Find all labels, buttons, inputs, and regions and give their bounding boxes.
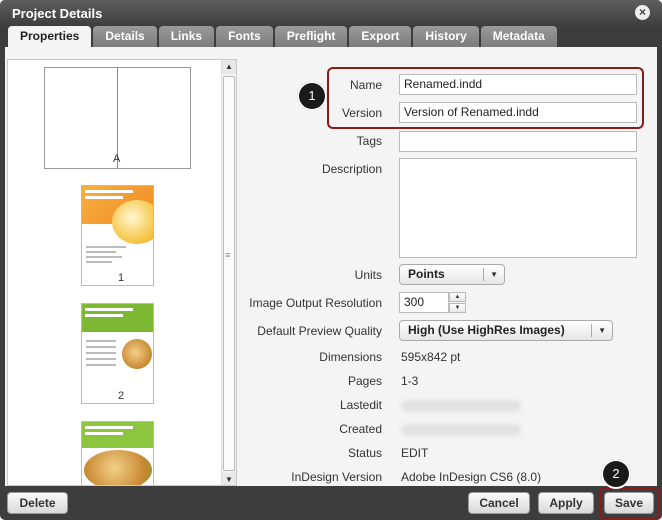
decrement-icon[interactable]: ▼ [449,303,466,313]
preview-quality-value: High (Use HighRes Images) [408,323,565,337]
annotation-highlight-2 [599,487,660,519]
dimensions-value: 595x842 pt [401,350,461,364]
annotation-highlight-1 [327,67,644,129]
tab-links[interactable]: Links [158,26,215,47]
apply-button[interactable]: Apply [538,492,594,514]
citrus-image [112,200,153,244]
pages-label: Pages [347,374,382,388]
tags-field[interactable] [399,131,637,152]
resolution-field[interactable]: 300 [399,292,449,313]
units-label: Units [354,268,382,282]
tab-details[interactable]: Details [93,26,157,47]
tab-preflight[interactable]: Preflight [274,26,348,47]
description-field[interactable] [399,158,637,258]
delete-button[interactable]: Delete [7,492,68,514]
pages-value: 1-3 [401,374,419,388]
tags-label: Tags [356,134,382,148]
resolution-stepper[interactable]: 300 ▲ ▼ [399,292,467,313]
annotation-badge-1: 1 [297,81,327,111]
dialog-title: Project Details [12,6,103,21]
tab-history[interactable]: History [413,26,479,47]
chevron-down-icon: ▼ [490,270,498,279]
description-label: Description [321,162,382,176]
tab-bar: Properties Details Links Fonts Preflight… [8,26,559,48]
units-value: Points [408,267,445,281]
resolution-label: Image Output Resolution [249,296,382,310]
project-details-dialog: Project Details × Properties Details Lin… [0,0,662,520]
annotation-badge-2: 2 [601,459,631,489]
preview-quality-label: Default Preview Quality [257,324,382,338]
lastedit-label: Lastedit [339,398,382,412]
lastedit-value-redacted [401,400,521,412]
tab-properties[interactable]: Properties [8,26,92,48]
tab-fonts[interactable]: Fonts [216,26,273,47]
created-label: Created [339,422,382,436]
scrollbar-grip-icon: ≡ [225,250,231,260]
properties-panel: A 1 2 ▲ ≡ ▼ Name Renamed.indd Version Ve… [5,47,657,486]
close-icon[interactable]: × [635,5,650,20]
indesign-version-label: InDesign Version [291,470,382,484]
status-label: Status [347,446,382,460]
tab-export[interactable]: Export [349,26,412,47]
increment-icon[interactable]: ▲ [449,292,466,302]
title-bar: Project Details × [0,0,662,26]
status-value: EDIT [401,446,429,460]
version-label: Version [341,106,382,120]
indesign-version-value: Adobe InDesign CS6 (8.0) [401,470,542,484]
created-value-redacted [401,424,521,436]
dimensions-label: Dimensions [319,350,382,364]
cancel-button[interactable]: Cancel [468,492,530,514]
units-select[interactable]: Points ▼ [399,264,505,285]
scroll-up-icon[interactable]: ▲ [222,60,236,74]
preview-quality-select[interactable]: High (Use HighRes Images) ▼ [399,320,613,341]
tab-metadata[interactable]: Metadata [480,26,557,47]
chevron-down-icon: ▼ [598,326,606,335]
